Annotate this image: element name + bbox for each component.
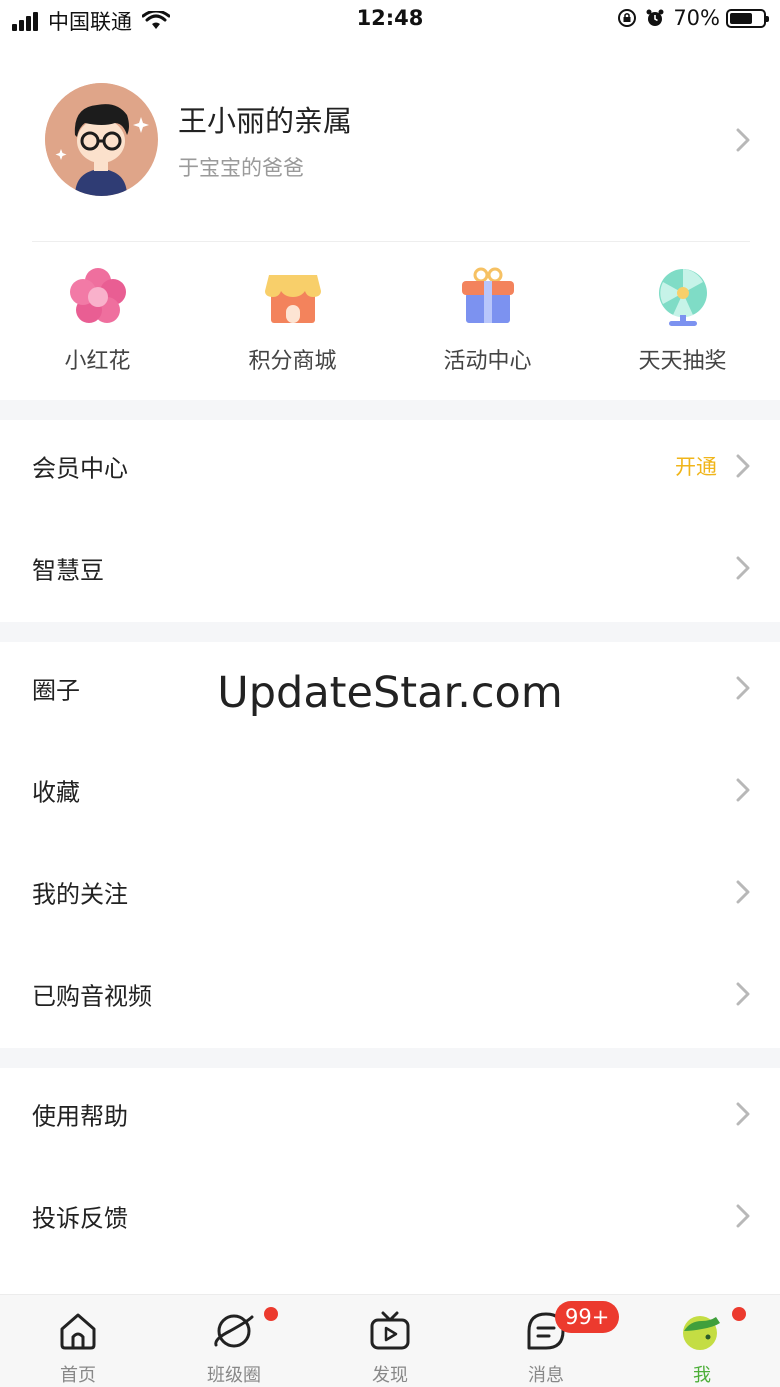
tab-label: 首页 bbox=[60, 1365, 96, 1386]
tab-class-circle[interactable]: 班级圈 bbox=[156, 1295, 312, 1387]
menu-label: 投诉反馈 bbox=[32, 1204, 128, 1233]
home-icon bbox=[60, 1313, 96, 1350]
watermark: UpdateStar.com bbox=[217, 668, 563, 718]
quick-actions: 小红花 积分商城 活动中心 天天抽奖 bbox=[0, 265, 780, 385]
chevron-right-icon bbox=[736, 1204, 750, 1228]
menu-label: 已购音视频 bbox=[32, 982, 152, 1011]
tv-play-icon bbox=[370, 1311, 410, 1350]
menu-item-vip-center[interactable]: 会员中心 开通 bbox=[0, 416, 780, 516]
menu-item-favorites[interactable]: 收藏 bbox=[0, 740, 780, 840]
status-bar: 中国联通 12:48 70% bbox=[0, 0, 780, 40]
menu-label: 使用帮助 bbox=[32, 1102, 128, 1131]
open-membership-link[interactable]: 开通 bbox=[675, 451, 717, 481]
tab-label: 班级圈 bbox=[207, 1365, 261, 1386]
quick-label: 小红花 bbox=[64, 349, 131, 374]
tab-me[interactable]: 我 bbox=[624, 1295, 780, 1387]
menu-item-purchased-media[interactable]: 已购音视频 bbox=[0, 944, 780, 1044]
quick-label: 活动中心 bbox=[443, 349, 532, 374]
notification-dot bbox=[264, 1307, 278, 1321]
menu-item-help[interactable]: 使用帮助 bbox=[0, 1064, 780, 1164]
lottery-wheel-icon bbox=[658, 269, 707, 326]
tab-discover[interactable]: 发现 bbox=[312, 1295, 468, 1387]
planet-icon bbox=[214, 1314, 254, 1348]
quick-item-activity-center[interactable]: 活动中心 bbox=[390, 265, 585, 375]
chevron-right-icon bbox=[736, 880, 750, 904]
shop-icon bbox=[264, 275, 321, 323]
battery-percent: 70% bbox=[673, 6, 720, 30]
tab-messages[interactable]: 99+ 消息 bbox=[468, 1295, 624, 1387]
menu-label: 智慧豆 bbox=[32, 556, 104, 585]
rotation-lock-icon bbox=[618, 9, 637, 27]
alarm-icon bbox=[646, 9, 664, 26]
unread-badge: 99+ bbox=[555, 1301, 620, 1333]
chevron-right-icon bbox=[736, 454, 750, 478]
tab-home[interactable]: 首页 bbox=[0, 1295, 156, 1387]
menu-label: 会员中心 bbox=[32, 454, 128, 483]
menu-label: 收藏 bbox=[32, 778, 80, 807]
notification-dot bbox=[732, 1307, 746, 1321]
profile-card[interactable]: 王小丽的亲属 于宝宝的爸爸 bbox=[0, 70, 780, 210]
quick-item-daily-lottery[interactable]: 天天抽奖 bbox=[585, 265, 780, 375]
me-icon bbox=[683, 1316, 720, 1350]
menu-item-wisdom-beans[interactable]: 智慧豆 bbox=[0, 518, 780, 618]
chevron-right-icon bbox=[736, 982, 750, 1006]
chevron-right-icon bbox=[736, 778, 750, 802]
chevron-right-icon bbox=[736, 556, 750, 580]
flower-icon bbox=[69, 268, 126, 323]
menu-item-feedback[interactable]: 投诉反馈 bbox=[0, 1166, 780, 1266]
divider bbox=[32, 241, 750, 242]
tab-label: 我 bbox=[693, 1365, 711, 1386]
profile-subtitle: 于宝宝的爸爸 bbox=[178, 156, 304, 180]
tab-label: 发现 bbox=[372, 1365, 408, 1386]
chevron-right-icon bbox=[736, 1102, 750, 1126]
chevron-right-icon bbox=[736, 128, 750, 152]
menu-label: 我的关注 bbox=[32, 880, 128, 909]
quick-label: 天天抽奖 bbox=[638, 349, 727, 374]
status-right: 70% bbox=[617, 6, 769, 30]
gift-icon bbox=[461, 267, 514, 323]
quick-label: 积分商城 bbox=[248, 349, 337, 374]
battery-icon bbox=[726, 8, 769, 28]
profile-name: 王小丽的亲属 bbox=[178, 104, 353, 138]
tab-bar: 首页 班级圈 发现 99+ 消息 我 bbox=[0, 1294, 780, 1387]
quick-item-points-mall[interactable]: 积分商城 bbox=[195, 265, 390, 375]
menu-item-following[interactable]: 我的关注 bbox=[0, 842, 780, 942]
cartoon-boy-avatar-icon bbox=[45, 83, 157, 196]
quick-item-flowers[interactable]: 小红花 bbox=[0, 265, 195, 375]
tab-label: 消息 bbox=[528, 1365, 564, 1386]
avatar[interactable] bbox=[45, 83, 158, 196]
